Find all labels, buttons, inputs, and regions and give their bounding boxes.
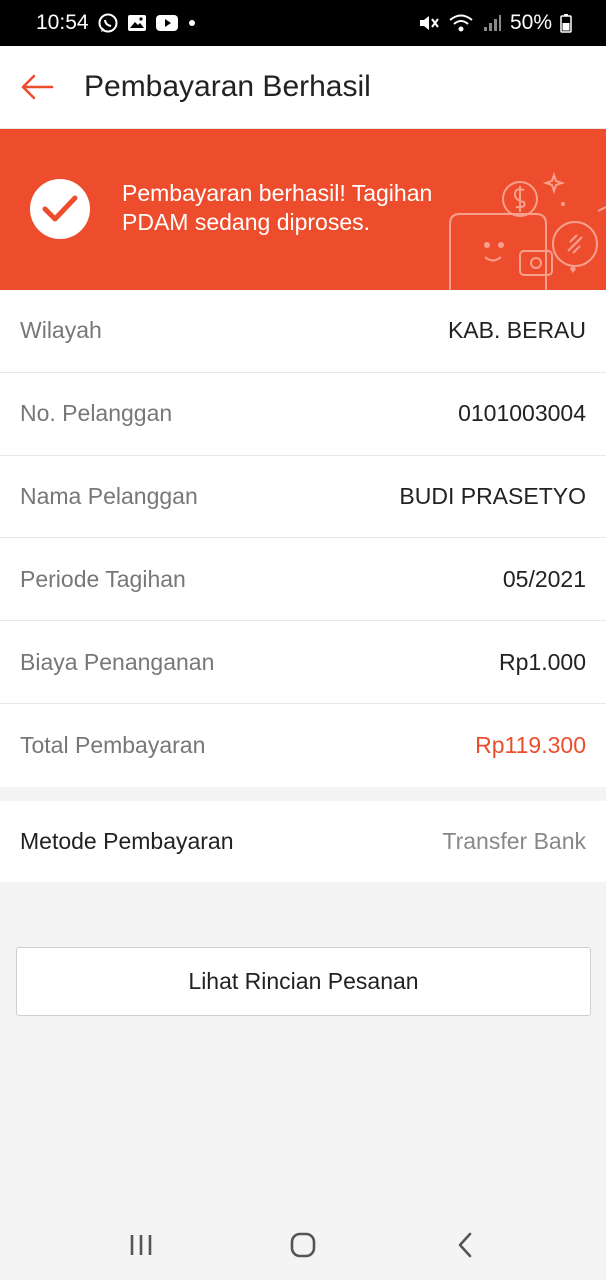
detail-label: Biaya Penanganan xyxy=(20,648,215,675)
check-circle-icon xyxy=(30,179,90,239)
status-bar-left: 10:54 xyxy=(36,11,197,35)
recent-apps-icon xyxy=(130,1235,152,1255)
clock: 10:54 xyxy=(36,11,89,34)
gallery-icon xyxy=(127,14,147,32)
home-icon xyxy=(290,1232,316,1258)
detail-label: Wilayah xyxy=(20,317,102,344)
back-icon xyxy=(458,1232,472,1258)
total-amount: Rp119.300 xyxy=(475,731,586,758)
home-button[interactable] xyxy=(273,1215,333,1275)
status-bar: 10:54 50% xyxy=(0,0,606,46)
payment-method-value: Transfer Bank xyxy=(442,828,586,854)
whatsapp-icon xyxy=(97,12,119,34)
status-bar-right: 50% xyxy=(418,11,572,35)
detail-row-nama-pelanggan: Nama Pelanggan BUDI PRASETYO xyxy=(0,456,606,539)
arrow-left-icon xyxy=(21,74,54,100)
dot-icon xyxy=(187,18,197,28)
back-nav-button[interactable] xyxy=(435,1215,495,1275)
detail-label: Nama Pelanggan xyxy=(20,482,198,509)
back-button[interactable] xyxy=(0,46,74,129)
detail-label: Periode Tagihan xyxy=(20,565,186,592)
payment-method-label: Metode Pembayaran xyxy=(20,828,234,854)
success-message: Pembayaran berhasil! Tagihan PDAM sedang… xyxy=(122,180,433,235)
battery-icon xyxy=(560,13,572,33)
system-nav-bar xyxy=(0,1210,606,1280)
payment-method-row: Metode Pembayaran Transfer Bank xyxy=(0,801,606,882)
battery-percent: 50% xyxy=(509,11,552,34)
detail-row-total-pembayaran: Total Pembayaran Rp119.300 xyxy=(0,704,606,787)
success-banner: Pembayaran berhasil! Tagihan PDAM sedang… xyxy=(0,129,606,290)
youtube-icon xyxy=(155,14,179,32)
signal-icon xyxy=(482,13,502,33)
detail-row-no-pelanggan: No. Pelanggan 0101003004 xyxy=(0,373,606,456)
detail-label: No. Pelanggan xyxy=(20,400,173,427)
detail-row-wilayah: Wilayah KAB. BERAU xyxy=(0,290,606,373)
detail-value: 05/2021 xyxy=(502,565,586,592)
detail-row-biaya-penanganan: Biaya Penanganan Rp1.000 xyxy=(0,621,606,704)
detail-value: Rp1.000 xyxy=(499,648,586,675)
page-title: Pembayaran Berhasil xyxy=(84,70,371,103)
detail-value: KAB. BERAU xyxy=(447,317,586,344)
recent-apps-button[interactable] xyxy=(111,1215,171,1275)
app-bar: Pembayaran Berhasil xyxy=(0,46,606,129)
wifi-icon xyxy=(448,13,474,33)
payment-details: Wilayah KAB. BERAU No. Pelanggan 0101003… xyxy=(0,290,606,787)
wallet-coins-illustration xyxy=(440,169,606,290)
mute-icon xyxy=(418,13,440,33)
detail-value: BUDI PRASETYO xyxy=(399,482,586,509)
detail-row-periode-tagihan: Periode Tagihan 05/2021 xyxy=(0,538,606,622)
detail-label: Total Pembayaran xyxy=(20,731,206,758)
view-order-details-button[interactable]: Lihat Rincian Pesanan xyxy=(16,947,591,1016)
detail-value: 0101003004 xyxy=(458,400,586,427)
